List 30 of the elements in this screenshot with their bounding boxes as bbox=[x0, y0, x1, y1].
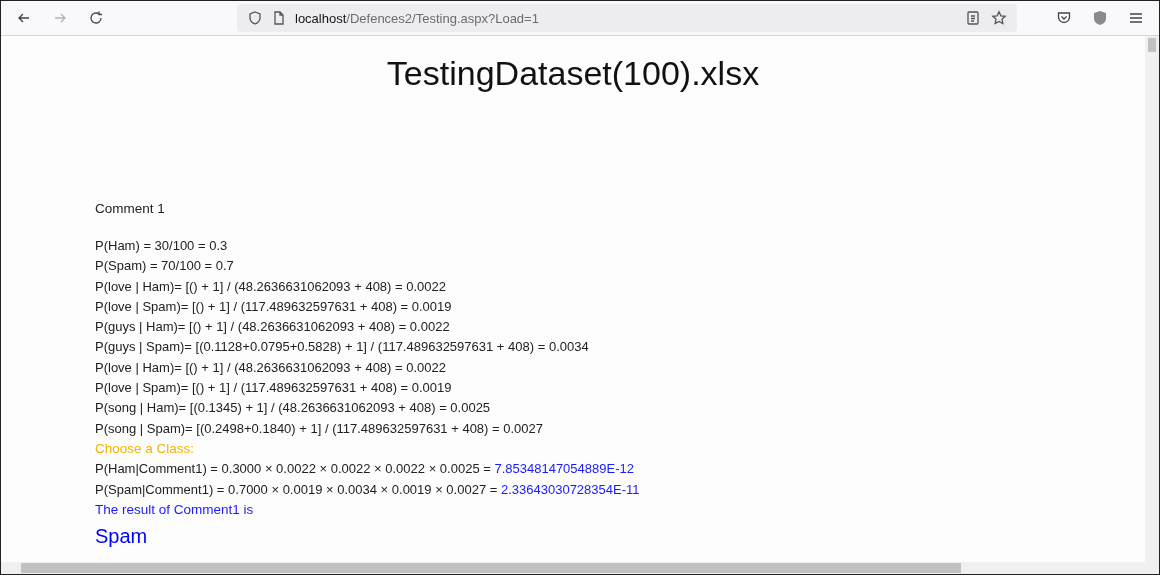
address-bar[interactable]: localhost/Defences2/Testing.aspx?Load=1 bbox=[237, 4, 1017, 32]
shield-icon bbox=[1093, 10, 1107, 26]
formula-line: P(guys | Spam)= [(0.1128+0.0795+0.5828) + 1] / (117.489632597631 + 408) = 0.0034 bbox=[95, 338, 590, 357]
horizontal-scrollbar[interactable] bbox=[1, 562, 1159, 574]
result-class: Spam bbox=[95, 526, 149, 547]
formula-line: P(love | Spam)= [() + 1] / (117.489632597631 + 408) = 0.0019 bbox=[95, 379, 453, 398]
shield-icon bbox=[247, 10, 263, 26]
vertical-scrollbar[interactable] bbox=[1145, 36, 1159, 562]
page-title: TestingDataset(100).xlsx bbox=[385, 54, 761, 93]
probability-line: P(Spam|Comment1) = 0.7000 × 0.0019 × 0.0034 × 0.0019 × 0.0027 = 2.33643030728354E-11 bbox=[95, 480, 641, 499]
menu-icon bbox=[1128, 10, 1144, 26]
formula-line: P(love | Ham)= [() + 1] / (48.2636631062093 + 408) = 0.0022 bbox=[95, 358, 447, 377]
pocket-icon bbox=[1056, 10, 1072, 26]
formula-line: P(Ham) = 30/100 = 0.3 bbox=[95, 237, 229, 255]
formula-line: P(song | Ham)= [(0.1345) + 1] / (48.2636631062093 + 408) = 0.0025 bbox=[95, 399, 492, 418]
star-icon bbox=[991, 10, 1007, 26]
formula-line: P(guys | Ham)= [() + 1] / (48.2636631062093 + 408) = 0.0022 bbox=[95, 318, 451, 337]
url-path: /Defences2/Testing.aspx?Load=1 bbox=[346, 10, 539, 26]
probability-line: P(Ham|Comment1) = 0.3000 × 0.0022 × 0.0022 × 0.0022 × 0.0025 = 7.85348147054889E-12 bbox=[95, 460, 635, 479]
reload-icon bbox=[88, 10, 104, 26]
page-icon bbox=[271, 10, 287, 26]
formula-line: P(love | Spam)= [() + 1] / (117.489632597631 + 408) = 0.0019 bbox=[95, 297, 453, 316]
section-label: Choose a Class: bbox=[95, 439, 196, 458]
formula-line: P(love | Ham)= [() + 1] / (48.2636631062093 + 408) = 0.0022 bbox=[95, 277, 447, 296]
result-label: The result of Comment1 is bbox=[95, 500, 255, 519]
formula-line: P(song | Spam)= [(0.2498+0.1840) + 1] / (117.489632597631 + 408) = 0.0027 bbox=[95, 419, 544, 438]
url-host: localhost bbox=[295, 10, 347, 26]
comment-heading: Comment 1 bbox=[95, 201, 166, 216]
formula-line: P(Spam) = 70/100 = 0.7 bbox=[95, 257, 235, 276]
reader-view-icon bbox=[965, 10, 981, 26]
